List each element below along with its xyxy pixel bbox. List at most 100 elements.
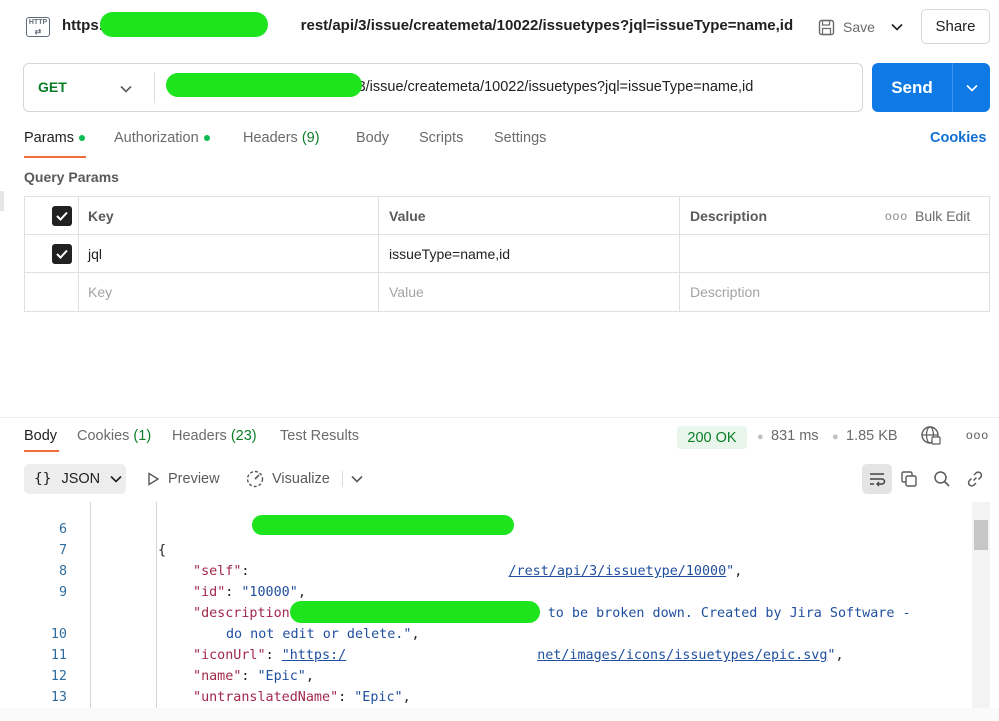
request-tabs: Params Authorization Headers (9) Body Sc… [24, 130, 994, 158]
bulk-edit-button[interactable]: Bulk Edit [915, 197, 970, 234]
url-input-suffix: rest/api/3/issue/createmeta/10022/issuet… [306, 79, 754, 95]
gauge-icon [246, 470, 264, 488]
save-button[interactable]: Save [810, 12, 883, 42]
response-tab-cookies-count: (1) [133, 428, 152, 444]
swap-arrows-icon: ⇄ [34, 27, 42, 36]
tab-headers-label: Headers [243, 130, 302, 146]
active-dot-icon [203, 135, 210, 142]
new-description-input[interactable]: Description [690, 273, 760, 310]
chevron-down-icon[interactable] [120, 80, 132, 96]
save-label: Save [843, 19, 875, 35]
response-tab-body[interactable]: Body [24, 428, 57, 444]
status-badge[interactable]: 200 OK [677, 426, 747, 449]
checkmark-icon [52, 205, 72, 226]
search-icon [934, 471, 950, 487]
save-options-button[interactable] [882, 12, 912, 42]
format-select[interactable]: {} JSON [24, 464, 126, 494]
param-value-cell[interactable]: issueType=name,id [389, 235, 510, 272]
visualize-options-button[interactable] [342, 464, 372, 494]
save-icon [818, 19, 835, 35]
copy-icon [901, 471, 917, 487]
divider [154, 72, 155, 103]
response-tab-cookies[interactable]: Cookies (1) [77, 428, 151, 444]
visualize-button[interactable]: Visualize [246, 464, 330, 494]
code-line: 14 "hierarchyLevel": 1 [0, 687, 972, 708]
status-bar [0, 708, 999, 721]
code-line: 11 "name": "Epic", [0, 624, 972, 684]
redaction-mark [252, 515, 514, 535]
divider [0, 417, 999, 418]
tab-headers[interactable]: Headers (9) [243, 130, 320, 146]
link-button[interactable] [960, 464, 990, 494]
response-tab-cookies-label: Cookies [77, 428, 134, 444]
tab-settings[interactable]: Settings [494, 130, 546, 146]
chevron-down-icon [891, 23, 903, 31]
more-options-icon[interactable]: ooo [885, 197, 908, 234]
response-tab-test-results[interactable]: Test Results [280, 428, 359, 444]
network-globe-icon[interactable] [920, 425, 942, 450]
play-icon [148, 472, 160, 486]
method-select[interactable]: GET [38, 79, 67, 95]
visualize-label: Visualize [272, 471, 330, 487]
code-line: 13 "subtask": false, [0, 666, 972, 705]
chevron-down-icon [351, 475, 363, 483]
wrap-lines-button[interactable] [862, 464, 892, 494]
response-tab-headers-count: (23) [230, 428, 257, 444]
format-label: JSON [61, 471, 101, 487]
send-options-button[interactable] [953, 63, 990, 112]
panel-edge-marker [0, 191, 4, 211]
code-line: 8 "id": "10000", [0, 540, 972, 600]
redaction-mark [100, 12, 268, 37]
table-row: jql issueType=name,id [25, 235, 989, 273]
table-header-row: Key Value Description ooo Bulk Edit [25, 197, 989, 235]
braces-icon: {} [34, 471, 52, 487]
active-tab-indicator [24, 450, 59, 452]
tab-params-label: Params [24, 130, 74, 146]
request-title-prefix: https: [62, 17, 104, 34]
code-line: 9 "description": "A big user story that … [0, 561, 972, 621]
tab-params[interactable]: Params [24, 130, 85, 146]
copy-button[interactable] [894, 464, 924, 494]
chevron-down-icon [965, 84, 978, 92]
new-value-input[interactable]: Value [389, 273, 424, 310]
tab-authorization[interactable]: Authorization [114, 130, 210, 146]
wrap-lines-icon [870, 473, 886, 487]
response-time[interactable]: 831 ms [771, 428, 819, 444]
new-key-input[interactable]: Key [88, 273, 112, 310]
response-body-viewer[interactable]: 6 { 7 "self": /rest/api/3/issuetype/1000… [0, 502, 972, 708]
select-all-checkbox[interactable] [52, 197, 72, 234]
column-header-value: Value [389, 207, 426, 224]
request-title-suffix: rest/api/3/issue/createmeta/10022/issuet… [300, 17, 794, 34]
more-options-icon[interactable]: ooo [966, 428, 989, 442]
top-bar: HTTP ⇄ https: rest/api/3/issue/createmeta… [0, 0, 999, 52]
checkmark-icon [52, 243, 72, 264]
tab-authorization-label: Authorization [114, 130, 199, 146]
tab-headers-count: (9) [301, 130, 320, 146]
tab-scripts[interactable]: Scripts [419, 130, 463, 146]
search-button[interactable] [927, 464, 957, 494]
code-line: do not edit or delete.", [0, 582, 972, 642]
scrollbar-thumb[interactable] [974, 520, 988, 550]
response-size[interactable]: 1.85 KB [846, 428, 898, 444]
query-params-table: Key Value Description ooo Bulk Edit jql … [24, 196, 990, 312]
row-checkbox[interactable] [52, 235, 72, 272]
http-request-icon: HTTP ⇄ [26, 17, 50, 37]
cookies-link[interactable]: Cookies [930, 130, 986, 146]
link-icon [967, 471, 983, 487]
share-button[interactable]: Share [921, 9, 990, 44]
preview-button[interactable]: Preview [146, 464, 220, 494]
separator-dot: ● [832, 431, 839, 443]
response-tab-headers-label: Headers [172, 428, 231, 444]
table-row-empty: Key Value Description [25, 273, 989, 311]
preview-label: Preview [168, 471, 220, 487]
send-button[interactable]: Send [872, 63, 952, 112]
param-key-cell[interactable]: jql [88, 235, 102, 272]
code-line: 12 "untranslatedName": "Epic", [0, 645, 972, 705]
response-tab-headers[interactable]: Headers (23) [172, 428, 257, 444]
chevron-down-icon [110, 475, 122, 483]
active-dot-icon [78, 135, 85, 142]
response-toolbar: {} JSON Preview Visualize [24, 464, 994, 494]
url-bar: GET rest/api/3/issue/createmeta/10022/is… [23, 63, 863, 112]
column-header-key: Key [88, 207, 114, 224]
tab-body[interactable]: Body [356, 130, 389, 146]
